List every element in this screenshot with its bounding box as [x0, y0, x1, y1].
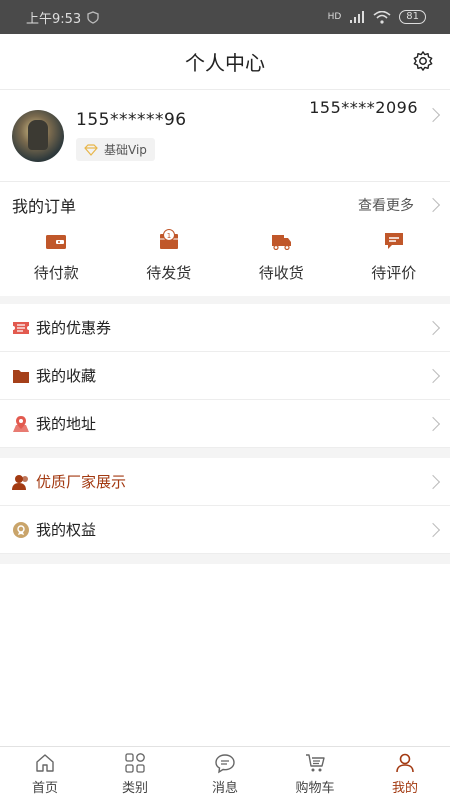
- tab-label: 类别: [121, 780, 148, 796]
- profile-card[interactable]: 155******96 基础Vip 155****2096: [0, 90, 450, 182]
- wallet-icon: [46, 235, 67, 249]
- signal-icon: HD: [328, 12, 342, 22]
- menu-label: 优质厂家展示: [36, 473, 127, 491]
- page-title: 个人中心: [185, 51, 265, 75]
- orders-title: 我的订单: [12, 197, 77, 216]
- menu-label: 我的优惠券: [36, 319, 112, 337]
- folder-icon: [12, 367, 30, 385]
- menu-item-coupons[interactable]: 我的优惠券: [0, 304, 450, 352]
- battery-indicator: 81: [399, 10, 426, 24]
- shield-icon: [87, 10, 99, 24]
- tab-messages[interactable]: 消息: [180, 747, 270, 800]
- grid-icon: [125, 752, 145, 773]
- badge-icon: [12, 521, 30, 539]
- menu-label: 我的收藏: [36, 367, 97, 385]
- order-label: 待收货: [258, 264, 304, 282]
- chevron-right-icon: [425, 107, 441, 123]
- coupon-icon: [12, 319, 30, 337]
- tab-home[interactable]: 首页: [0, 747, 90, 800]
- section-divider: [0, 554, 450, 564]
- signal-bars-icon: [350, 11, 365, 23]
- menu-item-vendors[interactable]: 优质厂家展示: [0, 458, 450, 506]
- header: 个人中心: [0, 34, 450, 90]
- truck-icon: [272, 235, 292, 250]
- order-pending-receipt[interactable]: 待收货: [225, 228, 338, 296]
- home-icon: [36, 753, 54, 772]
- chevron-right-icon: [425, 197, 441, 213]
- message-icon: [215, 753, 235, 773]
- location-icon: [12, 415, 30, 433]
- cart-icon: [306, 753, 325, 771]
- tab-mine[interactable]: 我的: [360, 747, 450, 800]
- profile-phone: 155****2096: [309, 98, 418, 117]
- orders-header: 我的订单 查看更多: [0, 182, 450, 228]
- chevron-right-icon: [425, 320, 441, 336]
- section-divider: [0, 448, 450, 458]
- orders-row: 待付款 1 待发货 待收货 待评价: [0, 228, 450, 304]
- profile-name: 155******96: [76, 110, 187, 130]
- chevron-right-icon: [425, 368, 441, 384]
- chevron-right-icon: [425, 474, 441, 490]
- bottom-tab-bar: 首页 类别 消息 购物车 我的: [0, 746, 450, 800]
- menu-item-favorites[interactable]: 我的收藏: [0, 352, 450, 400]
- avatar[interactable]: [12, 109, 64, 162]
- menu-label: 我的权益: [36, 521, 97, 539]
- order-pending-review[interactable]: 待评价: [338, 228, 450, 296]
- view-more-link[interactable]: 查看更多: [358, 195, 414, 215]
- signal-label: HD: [327, 12, 342, 22]
- status-bar: 上午9:53 HD 81: [0, 0, 450, 34]
- menu-label: 我的地址: [36, 415, 97, 433]
- vip-badge: 基础Vip: [76, 138, 155, 161]
- diamond-icon: [84, 143, 98, 156]
- status-time: 上午9:53: [26, 11, 82, 27]
- package-icon: 1: [159, 229, 178, 249]
- menu-item-rights[interactable]: 我的权益: [0, 506, 450, 554]
- order-badge: 1: [167, 232, 171, 240]
- tab-label: 购物车: [295, 780, 335, 796]
- person-icon: [396, 753, 414, 772]
- tab-cart[interactable]: 购物车: [270, 747, 360, 800]
- order-label: 待评价: [371, 264, 417, 282]
- chevron-right-icon: [425, 416, 441, 432]
- vip-label: 基础Vip: [104, 143, 147, 157]
- menu-item-address[interactable]: 我的地址: [0, 400, 450, 448]
- order-label: 待发货: [146, 264, 192, 282]
- wifi-icon: [373, 10, 391, 24]
- order-pending-payment[interactable]: 待付款: [0, 228, 113, 296]
- user-icon: [12, 473, 30, 491]
- order-label: 待付款: [33, 264, 79, 282]
- gear-icon[interactable]: [412, 50, 434, 72]
- chevron-right-icon: [425, 522, 441, 538]
- comment-icon: [384, 233, 403, 249]
- tab-label: 首页: [31, 780, 58, 796]
- tab-label: 消息: [211, 780, 238, 796]
- tab-label: 我的: [391, 780, 418, 796]
- order-pending-shipment[interactable]: 1 待发货: [113, 228, 226, 296]
- tab-category[interactable]: 类别: [90, 747, 180, 800]
